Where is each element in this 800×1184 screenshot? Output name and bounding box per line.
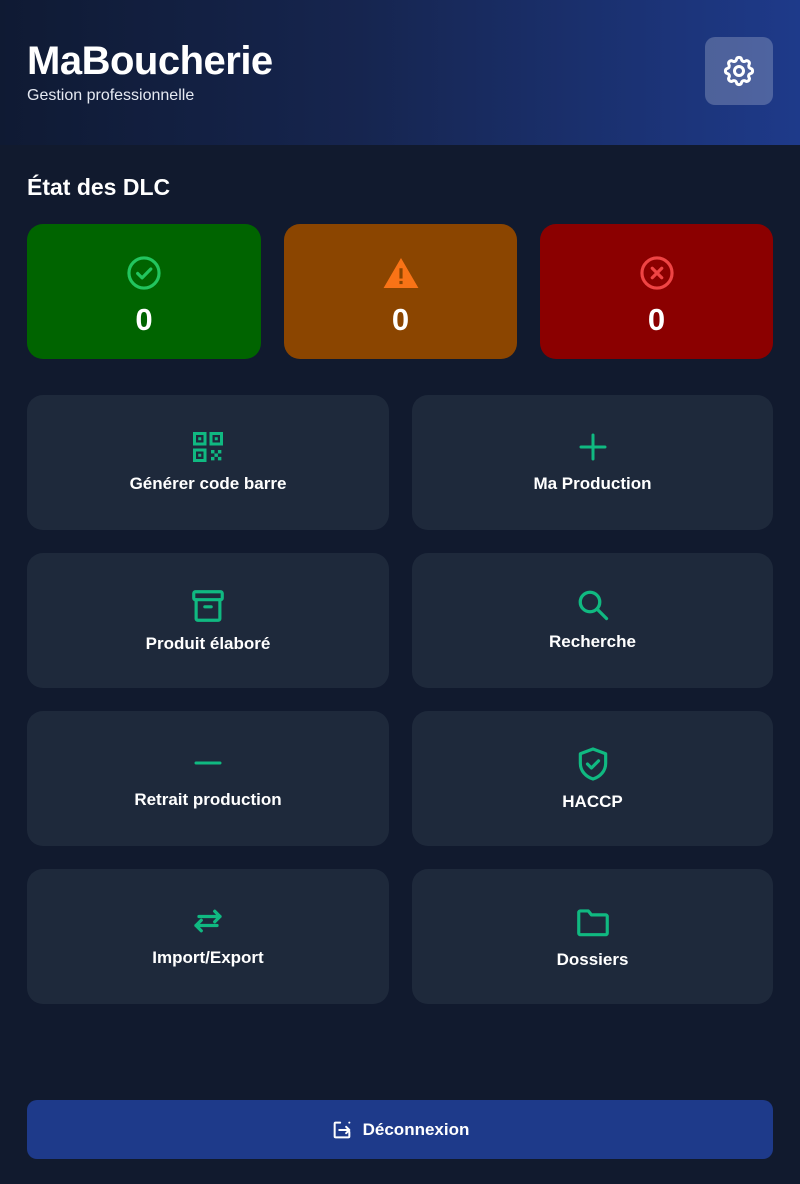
import-export-label: Import/Export — [152, 948, 264, 967]
elaborated-product-label: Produit élaboré — [145, 634, 271, 653]
logout-label: Déconnexion — [362, 1119, 470, 1139]
warning-triangle-icon — [383, 257, 418, 289]
folders-button[interactable]: Dossiers — [412, 869, 773, 1004]
my-production-button[interactable]: Ma Production — [412, 395, 773, 530]
logout-icon — [333, 1121, 350, 1138]
archive-box-icon — [192, 590, 224, 622]
import-export-button[interactable]: Import/Export — [27, 869, 389, 1004]
dlc-expired-card[interactable]: 0 — [540, 224, 773, 359]
plus-icon — [579, 433, 606, 461]
dlc-warning-count: 0 — [391, 302, 410, 337]
elaborated-product-button[interactable]: Produit élaboré — [27, 553, 389, 688]
app-title: MaBoucherie — [27, 39, 273, 83]
dlc-section-title: État des DLC — [27, 174, 171, 200]
generate-barcode-button[interactable]: Générer code barre — [27, 395, 389, 530]
my-production-label: Ma Production — [533, 474, 652, 493]
settings-button[interactable] — [705, 37, 773, 105]
qr-code-icon — [193, 432, 223, 462]
x-circle-icon — [639, 256, 674, 290]
dlc-ok-card[interactable]: 0 — [27, 224, 261, 359]
arrows-swap-icon — [194, 909, 222, 933]
dlc-ok-count: 0 — [135, 302, 153, 337]
production-withdrawal-button[interactable]: Retrait production — [27, 711, 389, 846]
generate-barcode-label: Générer code barre — [129, 474, 287, 493]
minus-icon — [194, 761, 222, 765]
search-icon — [578, 590, 608, 621]
search-label: Recherche — [549, 632, 636, 651]
app-subtitle: Gestion professionnelle — [27, 87, 195, 104]
haccp-button[interactable]: HACCP — [412, 711, 773, 846]
dlc-warning-card[interactable]: 0 — [284, 224, 517, 359]
haccp-label: HACCP — [562, 792, 623, 811]
search-button[interactable]: Recherche — [412, 553, 773, 688]
dlc-expired-count: 0 — [647, 302, 666, 337]
folders-label: Dossiers — [556, 950, 629, 969]
shield-check-icon — [578, 747, 607, 781]
folder-icon — [576, 909, 609, 937]
app-header: MaBoucherie Gestion professionnelle — [0, 0, 800, 145]
production-withdrawal-label: Retrait production — [134, 790, 282, 809]
gear-icon — [723, 55, 755, 87]
check-circle-icon — [127, 256, 161, 290]
logout-button[interactable]: Déconnexion — [27, 1100, 773, 1159]
